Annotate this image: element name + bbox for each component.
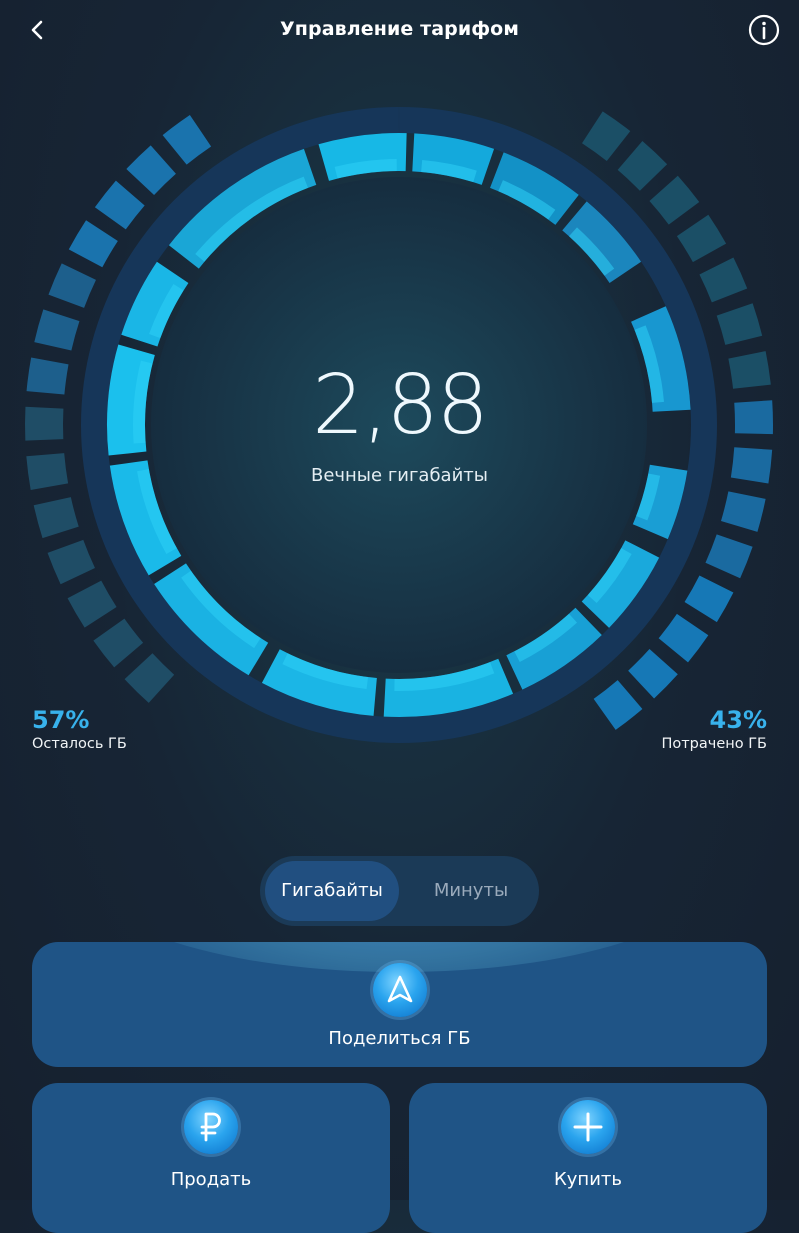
gauge-tick-right	[581, 111, 631, 161]
share-arrow-icon	[373, 963, 427, 1017]
gauge-tick-left	[67, 580, 117, 628]
gauge-tick-right	[617, 141, 668, 191]
spent-percent: 43%	[709, 706, 767, 734]
spent-stat: 43% Потрачено ГБ	[661, 706, 767, 752]
remaining-percent: 57%	[32, 706, 90, 734]
info-icon	[748, 14, 780, 46]
remaining-stat: 57% Осталось ГБ	[32, 706, 127, 752]
plus-icon	[561, 1100, 615, 1154]
gauge-tick-right	[649, 175, 700, 225]
gauge-tick-right	[716, 303, 763, 345]
ruble-icon	[184, 1100, 238, 1154]
gauge-tick-right	[593, 680, 643, 730]
spent-label: Потрачено ГБ	[661, 736, 767, 752]
gauge-tick-left	[68, 220, 118, 268]
gauge-tick-left	[126, 145, 176, 195]
share-gb-label: Поделиться ГБ	[328, 1028, 471, 1049]
sell-button[interactable]: Продать	[32, 1083, 390, 1233]
gauge-tick-left	[124, 653, 175, 703]
gauge-tick-right	[720, 491, 766, 532]
share-gb-button[interactable]: Поделиться ГБ	[32, 942, 767, 1067]
info-button[interactable]	[747, 13, 781, 47]
app-header: Управление тарифом	[0, 0, 799, 60]
gauge-caption: Вечные гигабайты	[310, 465, 488, 486]
gauge-tick-left	[94, 180, 145, 230]
gauge-tick-left	[47, 539, 95, 585]
sell-label: Продать	[170, 1169, 252, 1190]
tab-minutes[interactable]: Минуты	[408, 861, 534, 921]
page-title: Управление тарифом	[280, 18, 519, 40]
gauge-tick-left	[48, 263, 96, 308]
gauge-tick-left	[93, 618, 144, 668]
gauge-tick-right	[628, 648, 678, 699]
tab-gigabytes[interactable]: Гигабайты	[265, 861, 399, 921]
gauge-tick-right	[699, 257, 748, 303]
buy-button[interactable]: Купить	[409, 1083, 767, 1233]
buy-label: Купить	[554, 1169, 622, 1190]
gauge-tick-right	[658, 613, 709, 663]
gauge-tick-left	[34, 309, 80, 351]
gauge-tick-left	[162, 114, 212, 165]
unit-tabs: Гигабайты Минуты	[260, 856, 539, 926]
gauge-tick-right	[705, 534, 753, 579]
remaining-label: Осталось ГБ	[32, 736, 127, 752]
gauge-tick-right	[684, 575, 734, 623]
gauge-value: 2,88	[312, 358, 489, 453]
gauge-tick-left	[33, 497, 79, 539]
gauge-tick-right	[676, 214, 727, 263]
